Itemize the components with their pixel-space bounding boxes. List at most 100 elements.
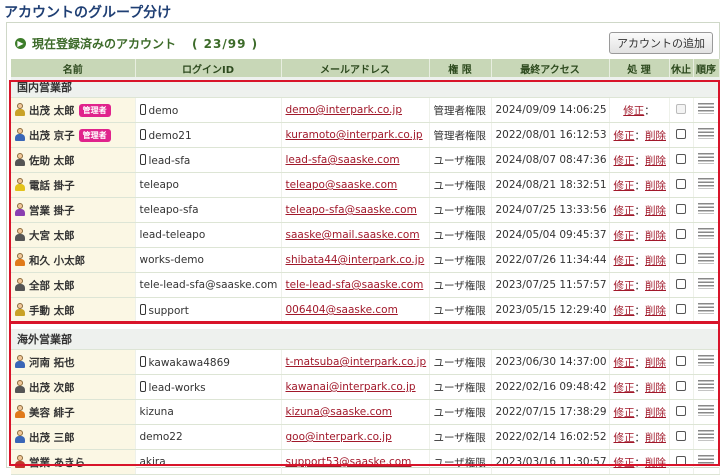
user-icon: [15, 102, 25, 116]
email-link[interactable]: tele-lead-sfa@saaske.com: [286, 279, 424, 291]
delete-link[interactable]: 削除: [645, 155, 666, 167]
suspend-checkbox[interactable]: [676, 253, 686, 264]
group-header-row: 海外営業部: [11, 329, 720, 350]
col-login: ログインID: [135, 59, 282, 77]
drag-handle-icon[interactable]: [698, 103, 714, 114]
delete-link[interactable]: 削除: [645, 432, 666, 444]
suspend-checkbox[interactable]: [676, 128, 686, 139]
chevron-right-icon: ▶: [15, 38, 26, 49]
drag-handle-icon[interactable]: [698, 178, 714, 189]
cell-name: 電話 掛子: [11, 172, 136, 198]
mobile-icon: [139, 303, 146, 315]
drag-handle-icon[interactable]: [698, 128, 714, 139]
cell-ops: 修正：削除: [609, 247, 670, 273]
email-link[interactable]: teleapo-sfa@saaske.com: [286, 204, 417, 216]
edit-link[interactable]: 修正: [614, 382, 635, 394]
cell-role: ユーザ権限: [429, 424, 492, 450]
email-link[interactable]: demo@interpark.co.jp: [286, 104, 403, 116]
cell-login: kawakawa4869: [135, 349, 282, 375]
delete-link[interactable]: 削除: [645, 457, 666, 469]
user-name: 出茂 三郎: [29, 431, 75, 444]
drag-handle-icon[interactable]: [698, 430, 714, 441]
cell-email: kawanai@interpark.co.jp: [281, 374, 430, 400]
email-link[interactable]: kizuna@saaske.com: [286, 406, 393, 418]
delete-link[interactable]: 削除: [645, 255, 666, 267]
delete-link[interactable]: 削除: [645, 357, 666, 369]
email-link[interactable]: kawanai@interpark.co.jp: [286, 381, 416, 393]
delete-link[interactable]: 削除: [645, 130, 666, 142]
email-link[interactable]: teleapo@saaske.com: [286, 179, 398, 191]
edit-link[interactable]: 修正: [614, 432, 635, 444]
mobile-icon: [139, 355, 146, 367]
cell-name: 大宮 太郎: [11, 222, 136, 248]
cell-order: [693, 374, 720, 400]
cell-order: [693, 349, 720, 375]
user-icon-body: [15, 283, 25, 291]
email-link[interactable]: goo@interpark.co.jp: [286, 431, 392, 443]
suspend-checkbox[interactable]: [676, 303, 686, 314]
drag-handle-icon[interactable]: [698, 380, 714, 391]
cell-suspend: [669, 349, 694, 375]
user-icon-head: [17, 277, 23, 284]
edit-link[interactable]: 修正: [623, 105, 644, 117]
edit-link[interactable]: 修正: [614, 130, 635, 142]
drag-handle-icon[interactable]: [698, 253, 714, 264]
add-account-button[interactable]: アカウントの追加: [609, 32, 713, 54]
suspend-checkbox[interactable]: [676, 405, 686, 416]
suspend-checkbox[interactable]: [676, 430, 686, 441]
drag-handle-icon[interactable]: [698, 153, 714, 164]
suspend-checkbox[interactable]: [676, 455, 686, 466]
suspend-checkbox[interactable]: [676, 228, 686, 239]
user-name: 全部 太郎: [29, 279, 75, 292]
drag-handle-icon[interactable]: [698, 203, 714, 214]
cell-login: akira: [135, 449, 282, 475]
delete-link[interactable]: 削除: [645, 180, 666, 192]
email-link[interactable]: saaske@mail.saaske.com: [286, 229, 420, 241]
suspend-checkbox[interactable]: [676, 355, 686, 366]
drag-handle-icon[interactable]: [698, 355, 714, 366]
edit-link[interactable]: 修正: [614, 230, 635, 242]
drag-handle-icon[interactable]: [698, 228, 714, 239]
edit-link[interactable]: 修正: [614, 305, 635, 317]
suspend-checkbox[interactable]: [676, 178, 686, 189]
drag-handle-icon[interactable]: [698, 303, 714, 314]
user-icon-head: [17, 127, 23, 134]
edit-link[interactable]: 修正: [614, 180, 635, 192]
edit-link[interactable]: 修正: [614, 155, 635, 167]
user-icon-head: [17, 379, 23, 386]
email-link[interactable]: lead-sfa@saaske.com: [286, 154, 400, 166]
suspend-checkbox[interactable]: [676, 380, 686, 391]
cell-email: saaske@mail.saaske.com: [281, 222, 430, 248]
edit-link[interactable]: 修正: [614, 280, 635, 292]
edit-link[interactable]: 修正: [614, 457, 635, 469]
delete-link[interactable]: 削除: [645, 280, 666, 292]
delete-link[interactable]: 削除: [645, 407, 666, 419]
user-icon-head: [17, 429, 23, 436]
edit-link[interactable]: 修正: [614, 205, 635, 217]
email-link[interactable]: t-matsuba@interpark.co.jp: [286, 356, 427, 368]
cell-last-access: 2022/07/26 11:34:44: [491, 247, 610, 273]
drag-handle-icon[interactable]: [698, 405, 714, 416]
delete-link[interactable]: 削除: [645, 205, 666, 217]
edit-link[interactable]: 修正: [614, 255, 635, 267]
email-link[interactable]: shibata44@interpark.co.jp: [286, 254, 425, 266]
cell-order: [693, 147, 720, 173]
cell-email: teleapo-sfa@saaske.com: [281, 197, 430, 223]
delete-link[interactable]: 削除: [645, 305, 666, 317]
delete-link[interactable]: 削除: [645, 382, 666, 394]
drag-handle-icon[interactable]: [698, 455, 714, 466]
user-icon-body: [15, 308, 25, 316]
delete-link[interactable]: 削除: [645, 230, 666, 242]
cell-role: ユーザ権限: [429, 272, 492, 298]
suspend-checkbox[interactable]: [676, 203, 686, 214]
user-icon-body: [15, 435, 25, 443]
suspend-checkbox[interactable]: [676, 153, 686, 164]
edit-link[interactable]: 修正: [614, 357, 635, 369]
email-link[interactable]: 006404@saaske.com: [286, 304, 398, 316]
suspend-checkbox[interactable]: [676, 278, 686, 289]
email-link[interactable]: kuramoto@interpark.co.jp: [286, 129, 423, 141]
email-link[interactable]: support53@saaske.com: [286, 456, 412, 468]
account-count: ( 23/99 ): [192, 36, 259, 51]
edit-link[interactable]: 修正: [614, 407, 635, 419]
drag-handle-icon[interactable]: [698, 278, 714, 289]
